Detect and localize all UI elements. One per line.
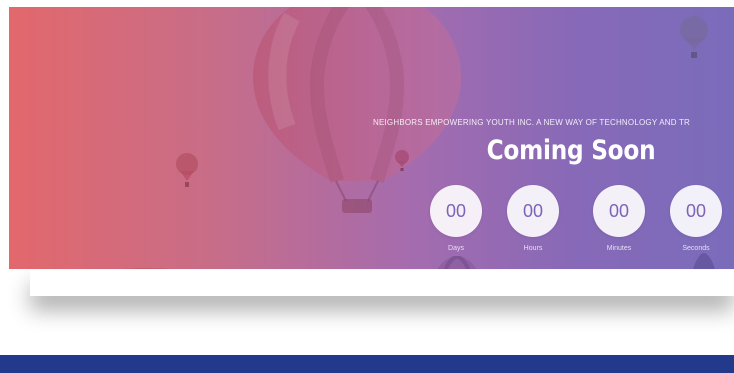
countdown-minutes-label: Minutes — [606, 245, 632, 252]
hot-air-balloon-icon — [680, 16, 708, 58]
countdown-timer: 00 Days 00 Hours 00 Minutes 00 Seconds — [429, 185, 734, 255]
countdown-days-value: 00 — [430, 185, 482, 237]
countdown-hours: 00 Hours — [506, 185, 560, 252]
countdown-minutes-value: 00 — [593, 185, 645, 237]
countdown-minutes: 00 Minutes — [592, 185, 646, 252]
countdown-days-label: Days — [448, 245, 464, 252]
countdown-seconds-label: Seconds — [682, 245, 710, 252]
hot-air-balloon-icon — [123, 268, 171, 269]
hero-tagline: NEIGHBORS EMPOWERING YOUTH INC. A NEW WA… — [373, 118, 691, 127]
countdown-days: 00 Days — [429, 185, 483, 252]
coming-soon-page: NEIGHBORS EMPOWERING YOUTH INC. A NEW WA… — [0, 0, 734, 373]
countdown-hours-value: 00 — [507, 185, 559, 237]
footer-bar — [0, 355, 734, 373]
countdown-hours-label: Hours — [523, 245, 543, 252]
hot-air-balloon-icon — [176, 153, 198, 187]
page-title: Coming Soon — [486, 135, 656, 166]
countdown-seconds-value: 00 — [670, 185, 722, 237]
hero-banner: NEIGHBORS EMPOWERING YOUTH INC. A NEW WA… — [9, 7, 734, 269]
countdown-seconds: 00 Seconds — [669, 185, 723, 252]
hot-air-balloon-icon — [437, 256, 477, 269]
hot-air-balloon-icon — [693, 253, 715, 269]
hero-shadow — [30, 270, 734, 296]
